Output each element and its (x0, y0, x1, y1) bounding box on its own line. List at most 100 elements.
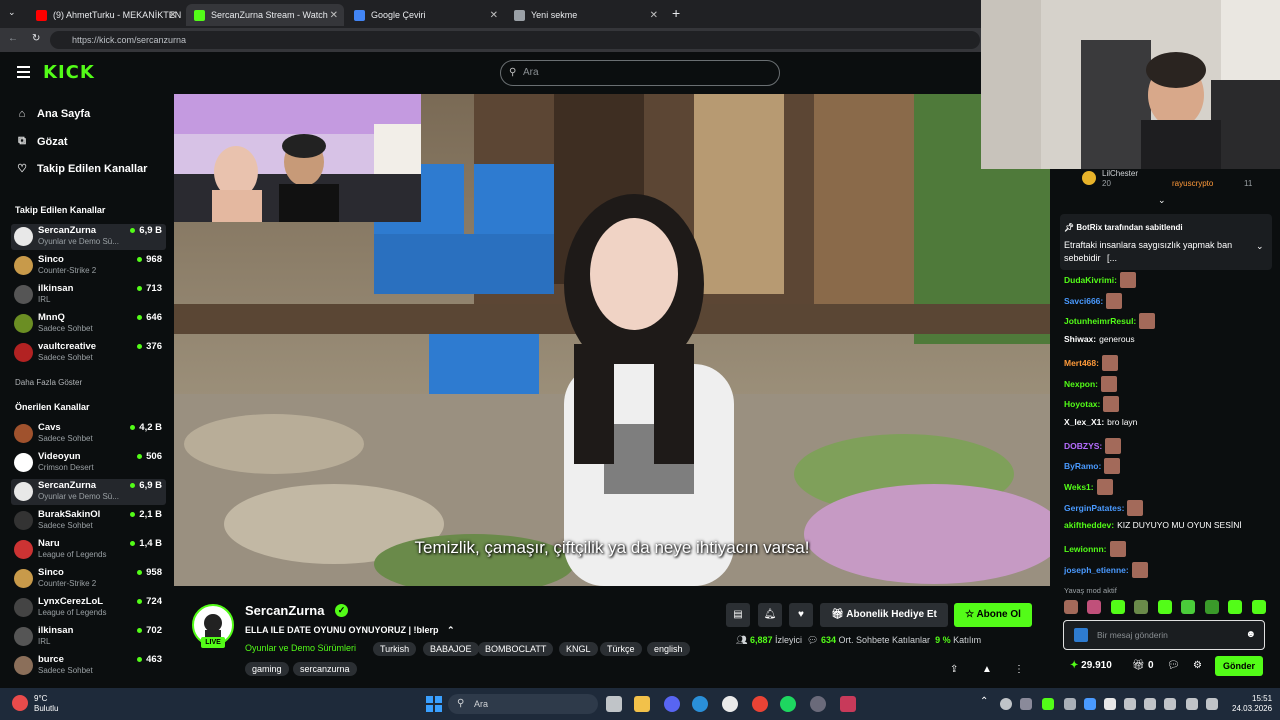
send-button[interactable]: Gönder (1215, 656, 1263, 676)
browser-tab[interactable]: Yeni sekme ✕ (506, 4, 664, 26)
chevron-up-icon[interactable]: ⌃ (980, 696, 988, 707)
battery-icon[interactable] (1206, 698, 1218, 710)
emote-icon[interactable] (1204, 600, 1219, 614)
show-more-link[interactable]: Daha Fazla Göster (15, 378, 82, 387)
tray-icon[interactable] (1144, 698, 1156, 710)
url-field[interactable]: https://kick.com/sercanzurna (50, 31, 980, 49)
chat-username[interactable]: Shiwax: (1064, 334, 1096, 344)
channel-item[interactable]: vaultcreative Sadece Sohbet 376 (11, 340, 166, 366)
chrome-icon[interactable] (752, 696, 768, 712)
channel-item[interactable]: burce Sadece Sohbet 463 (11, 653, 166, 679)
back-icon[interactable]: ← (8, 33, 18, 44)
chat-username[interactable]: akiftheddev: (1064, 520, 1114, 530)
close-icon[interactable]: ✕ (169, 10, 177, 21)
favorite-button[interactable]: ♥ (789, 603, 813, 627)
emote-icon[interactable] (1228, 600, 1243, 614)
channel-item[interactable]: SercanZurna Oyunlar ve Demo Sü... 6,9 B (11, 224, 166, 250)
kick-logo[interactable]: KICK (43, 62, 95, 83)
taskbar-search[interactable]: ⚲ Ara (448, 694, 598, 714)
nav-browse[interactable]: ⧉ Gözat (15, 135, 68, 148)
tag-chip[interactable]: sercanzurna (293, 662, 357, 676)
channel-item[interactable]: Videoyun Crimson Desert 506 (11, 450, 166, 476)
close-icon[interactable]: ✕ (490, 10, 498, 21)
task-view-icon[interactable] (606, 696, 622, 712)
tray-icon[interactable] (1104, 698, 1116, 710)
tray-icon[interactable] (1000, 698, 1012, 710)
tray-icon[interactable] (1084, 698, 1096, 710)
new-tab-button[interactable]: + (672, 5, 680, 21)
tab-list-icon[interactable]: ⌄ (8, 7, 16, 18)
tray-icon[interactable] (1124, 698, 1136, 710)
emote-icon[interactable] (1181, 600, 1196, 614)
chat-username[interactable]: joseph_etienne: (1064, 565, 1129, 575)
chat-username[interactable]: Savci666: (1064, 296, 1103, 306)
share-icon[interactable]: ⇪ (950, 664, 958, 675)
volume-icon[interactable] (1186, 698, 1198, 710)
channel-item[interactable]: Cavs Sadece Sohbet 4,2 B (11, 421, 166, 447)
app-icon[interactable] (810, 696, 826, 712)
channel-item[interactable]: LynxCerezLoL League of Legends 724 (11, 595, 166, 621)
channel-item[interactable]: ilkinsan IRL 713 (11, 282, 166, 308)
chat-username[interactable]: Nexpon: (1064, 379, 1098, 389)
clip-button[interactable]: ▤ (726, 603, 750, 627)
discord-icon[interactable] (664, 696, 680, 712)
windows-start-icon[interactable] (426, 696, 442, 712)
chat-username[interactable]: X_lex_X1: (1064, 417, 1104, 427)
file-explorer-icon[interactable] (634, 696, 650, 712)
chevron-down-icon[interactable]: ⌄ (1158, 195, 1166, 206)
tag-chip[interactable]: Turkish (373, 642, 417, 656)
streamer-name[interactable]: SercanZurna (245, 603, 324, 618)
reload-icon[interactable]: ↻ (32, 33, 40, 44)
tag-chip[interactable]: BABAJOE (423, 642, 479, 656)
browser-tab[interactable]: (9) AhmetTurku - MEKANİKTEN Ç ✕ (28, 4, 183, 26)
channel-item[interactable]: Sinco Counter-Strike 2 958 (11, 566, 166, 592)
spotify-icon[interactable] (780, 696, 796, 712)
chat-username[interactable]: JotunheimrResul: (1064, 316, 1136, 326)
channel-item[interactable]: MnnQ Sadece Sohbet 646 (11, 311, 166, 337)
browser-tab[interactable]: Google Çeviri ✕ (346, 4, 504, 26)
nav-following[interactable]: ♡ Takip Edilen Kanallar (15, 162, 147, 176)
chat-username[interactable]: DudaKivrimi: (1064, 275, 1117, 285)
chat-username[interactable]: Lewionnn: (1064, 544, 1107, 554)
chat-username[interactable]: ByRamo: (1064, 461, 1101, 471)
channel-item[interactable]: Sinco Counter-Strike 2 968 (11, 253, 166, 279)
channel-item[interactable]: ilkinsan IRL 702 (11, 624, 166, 650)
emote-icon[interactable] (1251, 600, 1266, 614)
emote-icon[interactable] (1157, 600, 1172, 614)
channel-item[interactable]: Naru League of Legends 1,4 B (11, 537, 166, 563)
chat-input[interactable]: Bir mesaj gönderin ☻ (1063, 620, 1265, 650)
close-icon[interactable]: ✕ (330, 10, 338, 21)
emote-icon[interactable] (1064, 600, 1078, 614)
steam-icon[interactable] (722, 696, 738, 712)
tag-chip[interactable]: gaming (245, 662, 289, 676)
subscribe-button[interactable]: ☆ Abone Ol (954, 603, 1032, 627)
app-icon[interactable] (840, 696, 856, 712)
chevron-down-icon[interactable]: ⌄ (1256, 241, 1264, 252)
tag-chip[interactable]: english (647, 642, 690, 656)
pinned-more[interactable]: [... (1107, 253, 1117, 263)
chat-username[interactable]: GerginPatates: (1064, 503, 1124, 513)
search-input[interactable]: ⚲ Ara (500, 60, 780, 86)
weather-icon[interactable] (12, 695, 28, 711)
report-icon[interactable]: ▲ (982, 664, 992, 675)
wifi-icon[interactable] (1164, 698, 1176, 710)
emoji-icon[interactable]: ☻ (1245, 621, 1256, 649)
channel-points[interactable]: ✦ 29.910 (1070, 660, 1112, 671)
emote-icon[interactable] (1087, 600, 1102, 614)
chat-username[interactable]: DOBZYS: (1064, 441, 1102, 451)
tag-chip[interactable]: KNGL (559, 642, 598, 656)
channel-item[interactable]: SercanZurna Oyunlar ve Demo Sü... 6,9 B (11, 479, 166, 505)
chat-username[interactable]: Hoyotax: (1064, 399, 1100, 409)
nav-home[interactable]: ⌂ Ana Sayfa (15, 108, 91, 120)
more-icon[interactable]: ⋮ (1014, 664, 1024, 675)
tray-icon[interactable] (1064, 698, 1076, 710)
chevron-up-icon[interactable]: ⌃ (447, 625, 455, 635)
emote-icon[interactable] (1134, 600, 1149, 614)
gear-icon[interactable]: ⚙ (1193, 660, 1202, 671)
edge-icon[interactable] (692, 696, 708, 712)
close-icon[interactable]: ✕ (650, 10, 658, 21)
emote-icon[interactable] (1110, 600, 1125, 614)
taskbar-clock[interactable]: 15:51 24.03.2026 (1232, 694, 1272, 714)
tray-icon[interactable] (1042, 698, 1054, 710)
tag-chip[interactable]: BOMBOCLATT (478, 642, 554, 656)
